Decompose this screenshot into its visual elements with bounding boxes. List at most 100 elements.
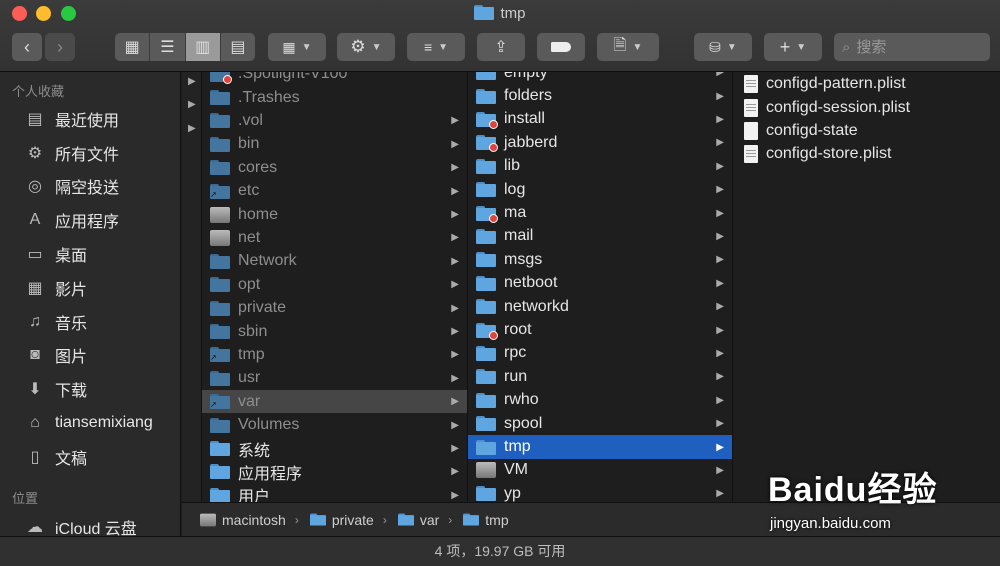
sidebar-item-2[interactable]: ◎ 隔空投送 xyxy=(0,170,180,204)
folder-row[interactable]: .Trashes xyxy=(202,86,467,109)
folder-row[interactable]: cores ▶ xyxy=(202,156,467,179)
folder-row[interactable]: ↗ tmp ▶ xyxy=(202,343,467,366)
column-var[interactable]: empty ▶ folders ▶ install ▶ jabberd ▶ lib ▶ log ▶ ma… xyxy=(468,72,733,502)
file-row[interactable]: configd-store.plist xyxy=(733,143,1000,166)
sidebar-item-10[interactable]: ▯ 文稿 xyxy=(0,440,180,474)
cloud-icon: ☁ xyxy=(27,518,43,536)
folder-row[interactable]: .Spotlight-V100 xyxy=(202,72,467,86)
folder-icon xyxy=(210,324,230,340)
column-private[interactable]: .Spotlight-V100 .Trashes .vol ▶ bin ▶ cores ▶ ↗ e… xyxy=(202,72,468,502)
folder-row[interactable]: VM ▶ xyxy=(468,459,732,482)
watermark-url: jingyan.baidu.com xyxy=(770,515,891,532)
disclosure-arrow-icon: ▶ xyxy=(451,396,459,408)
sidebar-item-3[interactable]: A 应用程序 xyxy=(0,203,180,237)
folder-row[interactable]: sbin ▶ xyxy=(202,320,467,343)
folder-row[interactable]: Network ▶ xyxy=(202,250,467,273)
path-crumb[interactable]: var xyxy=(396,512,439,528)
item-name: lib xyxy=(504,157,521,175)
folder-row[interactable]: lib ▶ xyxy=(468,155,732,178)
folder-row[interactable]: netboot ▶ xyxy=(468,272,732,295)
folder-row[interactable]: run ▶ xyxy=(468,365,732,388)
search-field[interactable]: ⌕ xyxy=(834,33,990,61)
sidebar-location-0[interactable]: ☁ iCloud 云盘 xyxy=(0,510,180,536)
chevron-down-icon: ▼ xyxy=(726,41,737,53)
group-by-button[interactable]: ▦ ▼ xyxy=(268,33,326,61)
file-row[interactable]: configd-session.plist xyxy=(733,96,1000,119)
arrange-button[interactable]: ≡ ▼ xyxy=(407,33,465,61)
path-crumb[interactable]: macintosh xyxy=(198,512,286,528)
action-button[interactable]: ⚙ ▼ xyxy=(337,33,395,61)
folder-row[interactable]: bin ▶ xyxy=(202,133,467,156)
share-button[interactable]: ⇪ xyxy=(477,33,525,61)
eject-button[interactable]: ⛁ ▼ xyxy=(694,33,752,61)
folder-icon xyxy=(476,345,496,361)
list-view-button[interactable]: ☰ xyxy=(150,33,186,61)
sidebar-item-6[interactable]: ♫ 音乐 xyxy=(0,305,180,339)
back-button[interactable]: ‹ xyxy=(12,33,42,61)
folder-row[interactable]: home ▶ xyxy=(202,203,467,226)
disclosure-arrow-icon[interactable]: ▶ xyxy=(188,123,196,134)
folder-icon xyxy=(210,253,230,269)
path-crumb[interactable]: private xyxy=(308,512,374,528)
folder-row[interactable]: net ▶ xyxy=(202,226,467,249)
path-crumb[interactable]: tmp xyxy=(461,512,509,528)
disclosure-arrow-icon[interactable]: ▶ xyxy=(188,76,196,87)
folder-row[interactable]: folders ▶ xyxy=(468,84,732,107)
window-titlebar: tmp ‹ › ▦ ☰ ▥ ▤ ▦ ▼ ⚙ ▼ ≡ ▼ ⇪ 🗎 ▼ ⛁ ▼ + ▼ ⌕ xyxy=(0,0,1000,72)
folder-row[interactable]: 应用程序 ▶ xyxy=(202,460,467,483)
disclosure-arrow-icon: ▶ xyxy=(451,162,459,174)
folder-row[interactable]: tmp ▶ xyxy=(468,435,732,459)
folder-row[interactable]: .vol ▶ xyxy=(202,109,467,132)
folder-row[interactable]: ma ▶ xyxy=(468,201,732,224)
search-input[interactable] xyxy=(856,38,967,56)
sidebar-item-7[interactable]: ◙ 图片 xyxy=(0,339,180,373)
icon-view-button[interactable]: ▦ xyxy=(115,33,151,61)
path-crumb-label: var xyxy=(419,511,440,528)
folder-row[interactable]: root ▶ xyxy=(468,318,732,341)
sidebar-item-0[interactable]: ▤ 最近使用 xyxy=(0,102,180,136)
column-tmp[interactable]: configd-pattern.plist configd-session.pli… xyxy=(733,72,1000,502)
folder-row[interactable]: private ▶ xyxy=(202,297,467,320)
disclosure-arrow-icon: ▶ xyxy=(716,113,724,125)
folder-row[interactable]: ↗ var ▶ xyxy=(202,390,467,414)
folder-row[interactable]: empty ▶ xyxy=(468,72,732,84)
folder-row[interactable]: opt ▶ xyxy=(202,273,467,296)
folder-row[interactable]: rpc ▶ xyxy=(468,342,732,365)
folder-row[interactable]: ↗ etc ▶ xyxy=(202,180,467,203)
sidebar-item-4[interactable]: ▭ 桌面 xyxy=(0,237,180,271)
folder-row[interactable]: msgs ▶ xyxy=(468,248,732,271)
folder-row[interactable]: 系统 ▶ xyxy=(202,437,467,460)
gallery-view-button[interactable]: ▤ xyxy=(221,33,255,61)
folder-row[interactable]: Volumes ▶ xyxy=(202,414,467,437)
folder-icon: ↗ xyxy=(210,183,230,199)
folder-row[interactable]: yp ▶ xyxy=(468,482,732,502)
column-view-button[interactable]: ▥ xyxy=(185,33,221,61)
folder-row[interactable]: spool ▶ xyxy=(468,412,732,435)
sidebar-item-5[interactable]: ▦ 影片 xyxy=(0,271,180,305)
folder-row[interactable]: log ▶ xyxy=(468,178,732,201)
tags-button[interactable] xyxy=(537,33,585,61)
folder-row[interactable]: networkd ▶ xyxy=(468,295,732,318)
chevron-down-icon: ▼ xyxy=(796,41,807,53)
desktop-icon: ▭ xyxy=(27,246,43,264)
file-row[interactable]: configd-state xyxy=(733,119,1000,142)
folder-icon xyxy=(476,299,496,315)
add-button[interactable]: + ▼ xyxy=(764,33,822,61)
disclosure-arrow-icon[interactable]: ▶ xyxy=(188,99,196,110)
file-row[interactable]: configd-pattern.plist xyxy=(733,73,1000,96)
forward-button[interactable]: › xyxy=(45,33,75,61)
sidebar-item-9[interactable]: ⌂ tiansemixiang xyxy=(0,406,180,440)
folder-row[interactable]: mail ▶ xyxy=(468,225,732,248)
folder-row[interactable]: usr ▶ xyxy=(202,367,467,390)
disclosure-arrow-icon: ▶ xyxy=(451,489,459,501)
folder-row[interactable]: rwho ▶ xyxy=(468,389,732,412)
folder-row[interactable]: 用户 ▶ xyxy=(202,484,467,502)
new-document-button[interactable]: 🗎 ▼ xyxy=(597,33,659,61)
sidebar-item-1[interactable]: ⚙ 所有文件 xyxy=(0,136,180,170)
sidebar-item-8[interactable]: ⬇ 下载 xyxy=(0,372,180,406)
column-root[interactable]: ▶ ▶ ▶ xyxy=(182,72,202,502)
folder-row[interactable]: jabberd ▶ xyxy=(468,131,732,154)
item-name: netboot xyxy=(504,274,558,292)
folder-row[interactable]: install ▶ xyxy=(468,108,732,131)
sidebar: 个人收藏 ▤ 最近使用 ⚙ 所有文件 ◎ 隔空投送 A 应用程序 ▭ 桌面 ▦ 影片 ♫ 音乐 ◙ 图片 ⬇ 下载… xyxy=(0,72,181,536)
